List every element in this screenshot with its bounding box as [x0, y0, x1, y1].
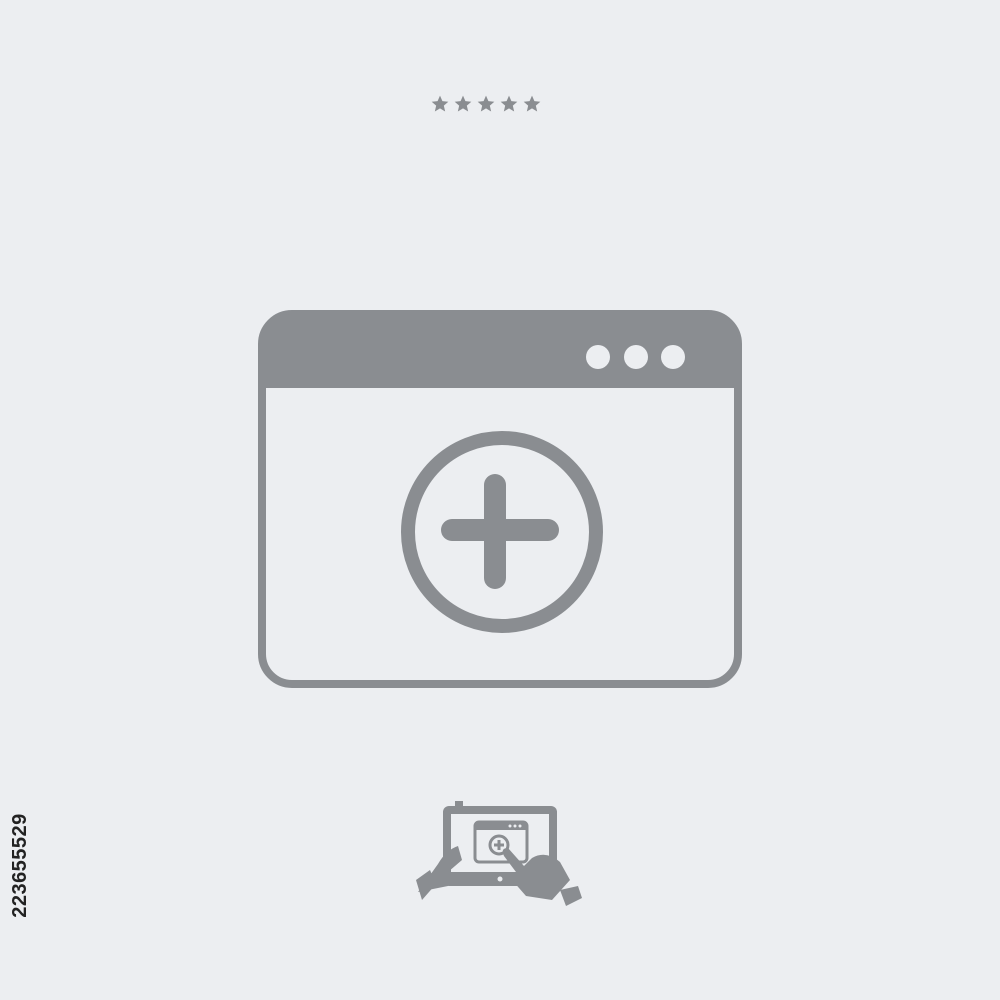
stock-id-label: 223655529	[8, 812, 31, 918]
tablet-touch-add-icon	[416, 801, 582, 906]
